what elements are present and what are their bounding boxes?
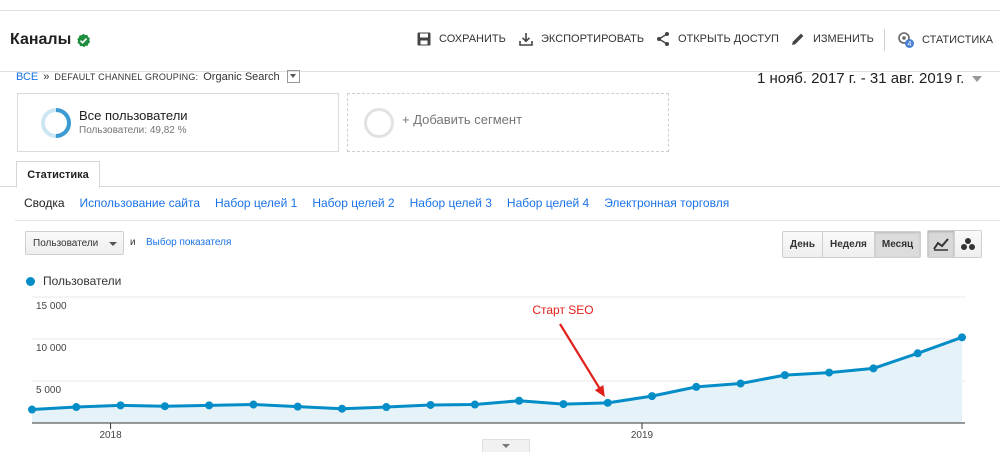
edit-label: ИЗМЕНИТЬ bbox=[813, 33, 874, 45]
tab-bar-divider bbox=[0, 186, 1000, 187]
data-point bbox=[736, 379, 745, 388]
insights-label: СТАТИСТИКА bbox=[922, 34, 993, 46]
period-day-button[interactable]: День bbox=[783, 232, 823, 257]
x-tick-label: 2019 bbox=[631, 430, 654, 440]
download-icon bbox=[519, 33, 533, 46]
users-line-chart: 15 000 10 000 5 000 2018 2019 Старт SEO bbox=[28, 296, 966, 440]
bubbles-icon bbox=[961, 238, 975, 250]
segment-share: Пользователи: 49,82 % bbox=[79, 125, 187, 136]
data-point bbox=[780, 371, 789, 380]
x-tick-label: 2018 bbox=[99, 430, 122, 440]
data-point bbox=[559, 400, 568, 409]
breadcrumb-value: Organic Search bbox=[203, 70, 280, 83]
report-header: Каналы СОХРАНИТЬ ЭКСПОРТИРОВАТЬ ОТКРЫТЬ … bbox=[0, 10, 1000, 72]
add-segment-button[interactable]: + Добавить сегмент bbox=[347, 93, 669, 152]
export-label: ЭКСПОРТИРОВАТЬ bbox=[541, 33, 645, 45]
insights-button[interactable]: 4 СТАТИСТИКА bbox=[897, 31, 993, 49]
share-button[interactable]: ОТКРЫТЬ ДОСТУП bbox=[655, 31, 779, 47]
empty-segment-circle-icon bbox=[364, 108, 394, 138]
breadcrumb-root-link[interactable]: ВСЕ bbox=[16, 71, 38, 83]
report-subtabs: Сводка Использование сайта Набор целей 1… bbox=[24, 196, 729, 210]
period-switch: День Неделя Месяц bbox=[782, 231, 922, 258]
verified-check-icon bbox=[77, 33, 91, 48]
tab-explorer[interactable]: Статистика bbox=[16, 161, 100, 188]
series-area bbox=[32, 337, 962, 423]
select-metric-link[interactable]: Выбор показателя bbox=[146, 237, 231, 248]
data-point bbox=[205, 401, 214, 410]
chart-type-switch bbox=[927, 230, 982, 258]
data-point bbox=[692, 382, 701, 391]
share-label: ОТКРЫТЬ ДОСТУП bbox=[678, 33, 779, 45]
toolbar-divider bbox=[884, 29, 885, 51]
data-point bbox=[958, 333, 966, 342]
data-point bbox=[382, 403, 391, 412]
period-month-button[interactable]: Месяц bbox=[874, 232, 921, 257]
metric-select-value: Пользователи bbox=[33, 237, 99, 249]
breadcrumb-grouping: DEFAULT CHANNEL GROUPING: bbox=[54, 71, 199, 82]
subtab-ecommerce[interactable]: Электронная торговля bbox=[604, 196, 729, 210]
data-point bbox=[869, 364, 878, 373]
breadcrumb: ВСЕ » DEFAULT CHANNEL GROUPING: Organic … bbox=[16, 70, 300, 83]
breadcrumb-dropdown-icon[interactable] bbox=[286, 70, 300, 83]
data-point bbox=[160, 402, 169, 411]
line-chart-icon bbox=[933, 238, 949, 251]
data-point bbox=[470, 400, 479, 409]
data-point bbox=[603, 398, 612, 407]
subtab-goal-set-4[interactable]: Набор целей 4 bbox=[507, 196, 589, 210]
add-segment-label: + Добавить сегмент bbox=[402, 112, 523, 127]
period-week-button[interactable]: Неделя bbox=[823, 232, 875, 257]
metric-select[interactable]: Пользователи bbox=[25, 231, 124, 255]
edit-button[interactable]: ИЗМЕНИТЬ bbox=[790, 31, 874, 47]
data-point bbox=[249, 400, 258, 409]
line-chart-button[interactable] bbox=[928, 231, 954, 257]
data-point bbox=[116, 401, 125, 410]
y-tick-label: 5 000 bbox=[36, 385, 61, 396]
y-tick-label: 10 000 bbox=[36, 343, 67, 354]
data-point bbox=[515, 396, 524, 405]
pencil-icon bbox=[792, 33, 804, 45]
data-point bbox=[338, 404, 346, 413]
motion-chart-button[interactable] bbox=[954, 231, 981, 257]
data-point bbox=[426, 400, 435, 409]
insights-badge: 4 bbox=[908, 41, 912, 48]
annotation-label: Старт SEO bbox=[532, 303, 593, 317]
series-color-dot bbox=[26, 276, 35, 286]
save-label: СОХРАНИТЬ bbox=[439, 33, 506, 45]
data-point bbox=[648, 392, 656, 401]
chart-legend: Пользователи bbox=[26, 274, 121, 288]
data-point bbox=[913, 349, 922, 358]
subtab-goal-set-1[interactable]: Набор целей 1 bbox=[215, 196, 297, 210]
date-range-label: 1 нояб. 2017 г. - 31 авг. 2019 г. bbox=[757, 70, 965, 87]
chevron-down-icon bbox=[109, 242, 117, 246]
segment-name: Все пользователи bbox=[79, 108, 188, 123]
data-point bbox=[72, 403, 81, 412]
insights-icon: 4 bbox=[898, 32, 914, 48]
subtab-goal-set-3[interactable]: Набор целей 3 bbox=[410, 196, 492, 210]
subtab-summary[interactable]: Сводка bbox=[24, 196, 65, 210]
data-point bbox=[293, 402, 302, 411]
subtab-site-usage[interactable]: Использование сайта bbox=[80, 196, 201, 210]
save-button[interactable]: СОХРАНИТЬ bbox=[416, 31, 506, 47]
share-icon bbox=[657, 32, 669, 46]
date-range-picker[interactable]: 1 нояб. 2017 г. - 31 авг. 2019 г. bbox=[757, 70, 983, 87]
export-button[interactable]: ЭКСПОРТИРОВАТЬ bbox=[518, 31, 644, 47]
metric-conjunction: и bbox=[130, 237, 136, 248]
annotation-arrow-line bbox=[559, 323, 603, 393]
legend-series-name: Пользователи bbox=[43, 274, 122, 288]
segment-donut-icon bbox=[41, 108, 71, 138]
segment-card-all-users[interactable]: Все пользователи Пользователи: 49,82 % bbox=[17, 93, 339, 152]
data-point bbox=[28, 405, 36, 414]
y-tick-label: 15 000 bbox=[36, 301, 67, 312]
chevron-down-icon bbox=[972, 75, 983, 82]
floppy-disk-icon bbox=[417, 32, 431, 46]
page-title: Каналы bbox=[10, 31, 72, 48]
breadcrumb-separator: » bbox=[43, 70, 50, 83]
subtab-goal-set-2[interactable]: Набор целей 2 bbox=[312, 196, 394, 210]
data-point bbox=[825, 368, 834, 377]
chart-collapse-toggle[interactable] bbox=[482, 439, 530, 452]
